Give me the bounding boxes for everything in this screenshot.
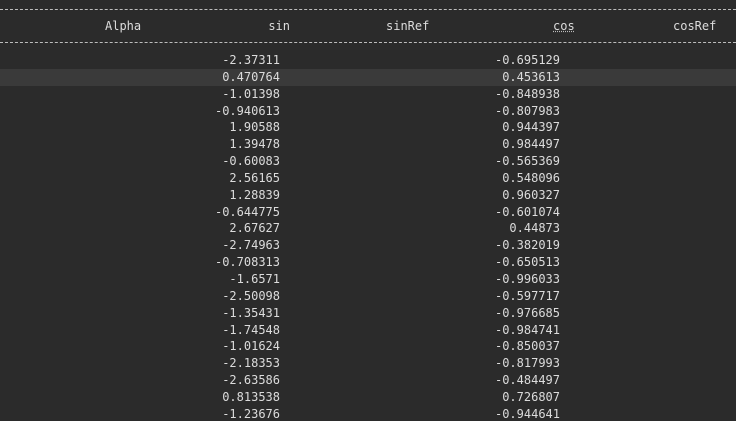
sin-value: -0.708313 <box>214 255 280 270</box>
results-table: -2.37311 -0.695129 0.470764 0.453613 -1.0139… <box>0 52 736 421</box>
sin-value: -2.74963 <box>222 238 280 253</box>
sin-value: -1.23676 <box>222 406 280 421</box>
cos-value: -0.807983 <box>494 103 560 118</box>
table-row: 0.813538 0.726807 <box>0 389 736 406</box>
sin-value: -2.63586 <box>222 373 280 388</box>
table-row: 2.67627 0.44873 <box>0 220 736 237</box>
cos-value: -0.597717 <box>494 288 560 303</box>
table-row: 1.90588 0.944397 <box>0 119 736 136</box>
cos-value: 0.944397 <box>502 120 560 135</box>
cos-value: 0.44873 <box>509 221 560 236</box>
cos-value: 0.548096 <box>502 170 560 185</box>
sin-value: 2.67627 <box>229 221 280 236</box>
cos-value: 0.984497 <box>502 137 560 152</box>
cos-value: -0.817993 <box>494 356 560 371</box>
cos-value: -0.996033 <box>494 271 560 286</box>
sin-value: 1.39478 <box>229 137 280 152</box>
cos-value: -0.850037 <box>494 339 560 354</box>
table-row: 1.39478 0.984497 <box>0 136 736 153</box>
sin-value: -1.01398 <box>222 86 280 101</box>
table-row: -2.74963 -0.382019 <box>0 237 736 254</box>
cos-value: -0.695129 <box>494 53 560 67</box>
cos-value: -0.565369 <box>494 154 560 169</box>
table-row: -1.23676 -0.944641 <box>0 406 736 421</box>
sin-value: -2.18353 <box>222 356 280 371</box>
cos-value: -0.976685 <box>494 305 560 320</box>
table-row: -1.01398 -0.848938 <box>0 86 736 103</box>
cos-value: -0.382019 <box>494 238 560 253</box>
header-bottom-rule <box>0 42 736 45</box>
sin-value: 1.90588 <box>229 120 280 135</box>
sin-value: -0.644775 <box>214 204 280 219</box>
cos-value: 0.453613 <box>502 69 560 84</box>
table-row: -2.63586 -0.484497 <box>0 372 736 389</box>
cos-value: 0.726807 <box>502 389 560 404</box>
sin-value: -0.60083 <box>222 154 280 169</box>
sin-value: -2.37311 <box>222 53 280 67</box>
table-row: -1.74548 -0.984741 <box>0 322 736 339</box>
table-row: -0.940613 -0.807983 <box>0 103 736 120</box>
cos-value: -0.484497 <box>494 373 560 388</box>
sin-value: 1.28839 <box>229 187 280 202</box>
cos-value: -0.650513 <box>494 255 560 270</box>
column-header-cos: cos <box>553 19 575 33</box>
cos-value: 0.960327 <box>502 187 560 202</box>
table-row: 1.28839 0.960327 <box>0 187 736 204</box>
table-row: 0.470764 0.453613 <box>0 68 736 86</box>
sin-value: -1.01624 <box>222 339 280 354</box>
sin-value: 0.813538 <box>222 389 280 404</box>
table-row: -2.18353 -0.817993 <box>0 355 736 372</box>
terminal-output: Alpha sin sinRef cos cosRef -2.37311 -0.6… <box>0 0 736 421</box>
table-row: -0.60083 -0.565369 <box>0 153 736 170</box>
column-header-sinref: sinRef <box>386 19 430 33</box>
table-row: 2.56165 0.548096 <box>0 170 736 187</box>
table-row: -1.35431 -0.976685 <box>0 305 736 322</box>
table-row: -0.644775 -0.601074 <box>0 204 736 221</box>
column-header-cosref: cosRef <box>673 19 717 33</box>
sin-value: -1.74548 <box>222 322 280 337</box>
sin-value: 0.470764 <box>222 69 280 84</box>
cos-value: -0.984741 <box>494 322 560 337</box>
sin-value: -1.6571 <box>229 271 280 286</box>
table-row: -1.6571 -0.996033 <box>0 271 736 288</box>
column-header-sin: sin <box>268 19 290 33</box>
table-row: -1.01624 -0.850037 <box>0 338 736 355</box>
header-top-rule <box>0 9 736 12</box>
table-row: -2.37311 -0.695129 <box>0 52 736 69</box>
sin-value: -0.940613 <box>214 103 280 118</box>
sin-value: 2.56165 <box>229 170 280 185</box>
table-row: -2.50098 -0.597717 <box>0 288 736 305</box>
column-header-alpha: Alpha <box>105 19 142 33</box>
table-row: -0.708313 -0.650513 <box>0 254 736 271</box>
sin-value: -1.35431 <box>222 305 280 320</box>
sin-value: -2.50098 <box>222 288 280 303</box>
cos-value: -0.601074 <box>494 204 560 219</box>
cos-value: -0.848938 <box>494 86 560 101</box>
cos-value: -0.944641 <box>494 406 560 421</box>
